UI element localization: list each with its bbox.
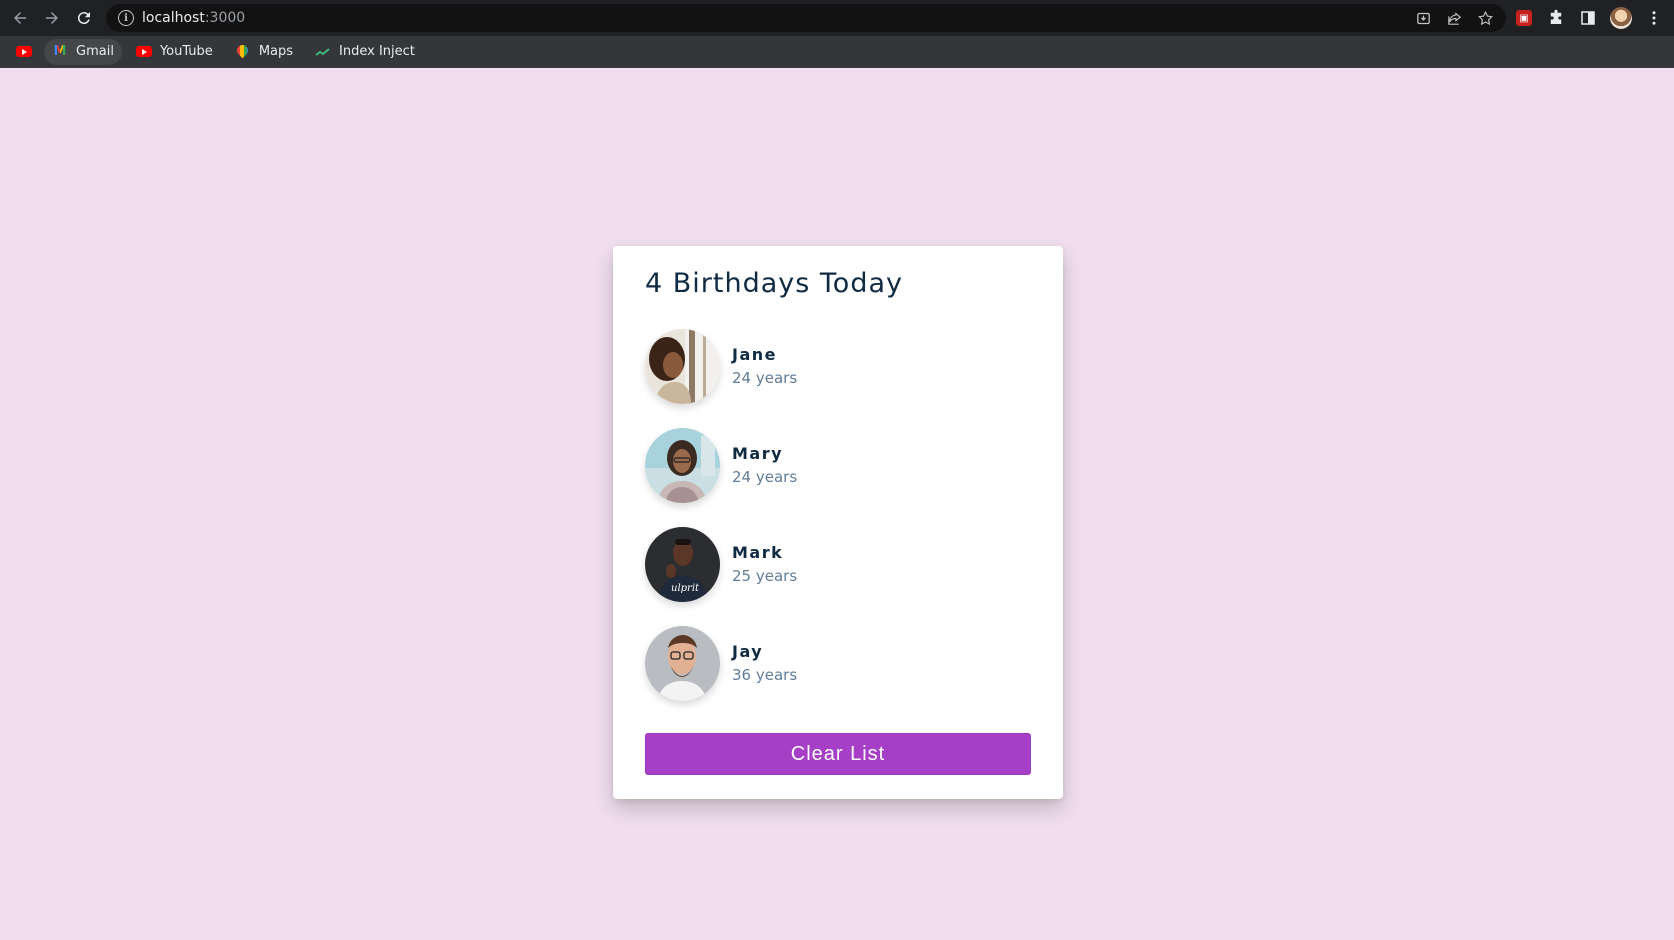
person-item: Jane 24 years (645, 329, 1035, 405)
person-age: 36 years (732, 666, 798, 684)
person-age: 25 years (732, 567, 798, 585)
menu-kebab-icon[interactable] (1644, 8, 1664, 28)
address-bar[interactable]: i localhost :3000 (106, 4, 1506, 32)
bookmark-youtube[interactable]: YouTube (128, 39, 221, 65)
extension-red-icon[interactable]: ▣ (1514, 8, 1534, 28)
puzzle-icon[interactable] (1546, 8, 1566, 28)
bookmark-star-icon[interactable] (1477, 10, 1494, 27)
site-info-icon[interactable]: i (118, 10, 134, 26)
extensions-area: ▣ (1514, 0, 1664, 36)
person-item: Mary 24 years (645, 428, 1035, 504)
bookmark-gmail[interactable]: M Gmail (44, 38, 122, 65)
avatar: ulprit (645, 527, 720, 602)
person-name: Mary (732, 444, 784, 463)
gmail-icon: M (53, 44, 67, 59)
url-host: localhost (142, 10, 205, 26)
side-panel-icon[interactable] (1578, 8, 1598, 28)
person-age: 24 years (732, 369, 798, 387)
reload-icon (77, 12, 90, 25)
browser-toolbar: i localhost :3000 ▣ (0, 0, 1674, 36)
avatar (645, 626, 720, 701)
bookmark-index-inject[interactable]: Index Inject (307, 39, 423, 65)
bookmark-label: YouTube (159, 44, 213, 59)
share-icon[interactable] (1446, 10, 1463, 27)
bookmark-youtube-icon-only[interactable] (10, 39, 38, 65)
bookmark-maps[interactable]: Maps (227, 39, 301, 65)
avatar (645, 329, 720, 404)
maps-pin-icon (235, 44, 251, 60)
person-name: Jane (732, 345, 777, 364)
person-item: Jay 36 years (645, 626, 1035, 702)
youtube-icon (16, 44, 32, 60)
browser-chrome: i localhost :3000 ▣ M Gmail YouTube Maps… (0, 0, 1674, 68)
omnibox-actions (1415, 4, 1494, 32)
url-port: :3000 (204, 10, 246, 26)
svg-text:ulprit: ulprit (671, 583, 700, 594)
person-age: 24 years (732, 468, 798, 486)
install-icon[interactable] (1415, 10, 1432, 27)
arrow-right-icon (46, 12, 58, 24)
bookmark-label: Index Inject (339, 44, 415, 59)
person-name: Mark (732, 543, 784, 562)
back-button[interactable] (4, 0, 36, 36)
avatar (645, 428, 720, 503)
arrow-left-icon (14, 12, 26, 24)
clear-list-button[interactable]: Clear List (645, 733, 1031, 775)
birthday-card: 4 Birthdays Today Jane 24 years Mary 24 … (613, 246, 1063, 799)
bookmarks-bar: M Gmail YouTube Maps Index Inject (0, 36, 1674, 68)
forward-button[interactable] (36, 0, 68, 36)
reload-button[interactable] (68, 0, 100, 36)
bookmark-label: Maps (258, 44, 294, 59)
trend-line-icon (315, 44, 331, 60)
card-title: 4 Birthdays Today (645, 268, 903, 299)
person-item: ulprit Mark 25 years (645, 527, 1035, 603)
profile-avatar[interactable] (1610, 7, 1632, 29)
youtube-icon (135, 44, 152, 60)
bookmark-label: Gmail (76, 44, 114, 59)
person-name: Jay (732, 642, 764, 661)
